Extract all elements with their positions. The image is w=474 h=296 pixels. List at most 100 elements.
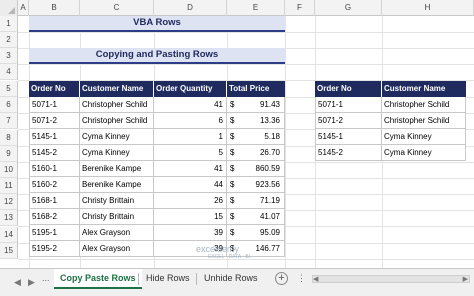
cell-order-no[interactable]: 5145-1 — [29, 129, 80, 145]
table-row: 5160-1 Berenike Kampe 41 $860.59 — [29, 161, 285, 177]
cell-total-price[interactable]: $860.59 — [227, 161, 285, 177]
column-header-b[interactable]: B — [29, 0, 80, 16]
cell-order-quantity[interactable]: 41 — [154, 97, 227, 113]
cell-order-no[interactable]: 5145-1 — [315, 129, 382, 145]
cell-total-price[interactable]: $91.43 — [227, 97, 285, 113]
column-header-c[interactable]: C — [80, 0, 154, 16]
cell-customer-name[interactable]: Christopher Schild — [80, 97, 154, 113]
header-customer-name[interactable]: Customer Name — [80, 81, 154, 97]
tabs-more-left[interactable]: ... — [42, 273, 50, 283]
table-row: 5168-1 Christy Brittain 26 $71.19 — [29, 193, 285, 209]
cell-order-quantity[interactable]: 6 — [154, 113, 227, 129]
row-header[interactable]: 3 — [0, 48, 18, 64]
cell-order-quantity[interactable]: 39 — [154, 225, 227, 241]
column-header-e[interactable]: E — [227, 0, 285, 16]
cell-total-price[interactable]: $26.70 — [227, 145, 285, 161]
tab-hide-rows[interactable]: Hide Rows — [140, 269, 196, 289]
gridline-horizontal — [18, 64, 474, 65]
cell-total-price[interactable]: $71.19 — [227, 193, 285, 209]
cell-order-quantity[interactable]: 15 — [154, 209, 227, 225]
pasted-header-customer-name[interactable]: Customer Name — [382, 81, 466, 97]
cell-order-no[interactable]: 5145-2 — [29, 145, 80, 161]
cell-order-quantity[interactable]: 41 — [154, 161, 227, 177]
cell-customer-name[interactable]: Berenike Kampe — [80, 161, 154, 177]
cell-order-no[interactable]: 5195-2 — [29, 241, 80, 257]
cell-order-quantity[interactable]: 5 — [154, 145, 227, 161]
cell-customer-name[interactable]: Alex Grayson — [80, 241, 154, 257]
cell-total-price[interactable]: $95.09 — [227, 225, 285, 241]
tab-scroll-right-icon[interactable]: ▶ — [28, 277, 35, 288]
cell-customer-name[interactable]: Christy Brittain — [80, 193, 154, 209]
cell-customer-name[interactable]: Berenike Kampe — [80, 177, 154, 193]
row-header[interactable]: 1 — [0, 16, 18, 32]
cell-order-quantity[interactable]: 44 — [154, 177, 227, 193]
row-header[interactable]: 5 — [0, 81, 18, 97]
cell-customer-name[interactable]: Cyma Kinney — [382, 129, 466, 145]
cell-order-no[interactable]: 5145-2 — [315, 145, 382, 161]
cell-order-no[interactable]: 5071-1 — [315, 97, 382, 113]
row-header[interactable]: 6 — [0, 97, 18, 113]
cell-order-no[interactable]: 5071-2 — [29, 113, 80, 129]
table-row: 5145-2 Cyma Kinney — [315, 145, 466, 161]
row-header[interactable]: 9 — [0, 146, 18, 162]
cell-order-quantity[interactable]: 1 — [154, 129, 227, 145]
select-all-corner[interactable] — [0, 0, 18, 16]
scroll-right-arrow-icon[interactable]: ▶ — [463, 275, 468, 283]
cell-customer-name[interactable]: Christopher Schild — [80, 113, 154, 129]
row-header[interactable]: 15 — [0, 243, 18, 259]
cell-customer-name[interactable]: Cyma Kinney — [382, 145, 466, 161]
cell-order-no[interactable]: 5071-1 — [29, 97, 80, 113]
horizontal-scrollbar[interactable]: ◀ ▶ — [312, 275, 470, 283]
cell-total-price[interactable]: $923.56 — [227, 177, 285, 193]
row-header[interactable]: 7 — [0, 113, 18, 129]
cell-customer-name[interactable]: Cyma Kinney — [80, 145, 154, 161]
table-row: 5145-1 Cyma Kinney 1 $5.18 — [29, 129, 285, 145]
row-header[interactable]: 2 — [0, 32, 18, 48]
pasted-header-order-no[interactable]: Order No — [315, 81, 382, 97]
price-amount: 923.56 — [255, 180, 280, 189]
cell-customer-name[interactable]: Christopher Schild — [382, 97, 466, 113]
tab-copy-paste-rows[interactable]: Copy Paste Rows — [54, 269, 142, 289]
spreadsheet-grid[interactable]: A B C D E F G H 1 2 3 4 5 6 7 8 9 10 11 12 13 14 15 VB… — [0, 0, 474, 268]
cell-order-no[interactable]: 5160-1 — [29, 161, 80, 177]
pasted-table-header: Order No Customer Name — [315, 81, 466, 97]
header-order-no[interactable]: Order No — [29, 81, 80, 97]
column-header-h[interactable]: H — [382, 0, 474, 16]
row-header[interactable]: 13 — [0, 210, 18, 226]
tab-scroll-left-icon[interactable]: ◀ — [14, 277, 21, 288]
scroll-left-arrow-icon[interactable]: ◀ — [313, 275, 318, 283]
currency-symbol: $ — [230, 148, 235, 157]
tab-unhide-rows[interactable]: Unhide Rows — [198, 269, 264, 289]
cell-order-quantity[interactable]: 26 — [154, 193, 227, 209]
cell-order-no[interactable]: 5160-2 — [29, 177, 80, 193]
cell-total-price[interactable]: $5.18 — [227, 129, 285, 145]
table-row: 5071-1 Christopher Schild — [315, 97, 466, 113]
column-header-f[interactable]: F — [285, 0, 315, 16]
cell-customer-name[interactable]: Christy Brittain — [80, 209, 154, 225]
row-header[interactable]: 12 — [0, 194, 18, 210]
column-header-g[interactable]: G — [315, 0, 382, 16]
cell-total-price[interactable]: $41.07 — [227, 209, 285, 225]
cell-customer-name[interactable]: Christopher Schild — [382, 113, 466, 129]
header-order-quantity[interactable]: Order Quantity — [154, 81, 227, 97]
cell-order-no[interactable]: 5168-1 — [29, 193, 80, 209]
cell-order-no[interactable]: 5195-1 — [29, 225, 80, 241]
cell-order-no[interactable]: 5071-2 — [315, 113, 382, 129]
row-header[interactable]: 11 — [0, 178, 18, 194]
column-header-a[interactable]: A — [18, 0, 29, 16]
cell-total-price[interactable]: $13.36 — [227, 113, 285, 129]
row-header[interactable]: 10 — [0, 162, 18, 178]
currency-symbol: $ — [230, 212, 235, 221]
add-sheet-icon[interactable]: + — [275, 272, 288, 285]
currency-symbol: $ — [230, 116, 235, 125]
row-header[interactable]: 14 — [0, 227, 18, 243]
title-banner: VBA Rows — [29, 16, 285, 32]
column-header-d[interactable]: D — [154, 0, 227, 16]
cell-customer-name[interactable]: Cyma Kinney — [80, 129, 154, 145]
header-total-price[interactable]: Total Price — [227, 81, 285, 97]
row-header[interactable]: 8 — [0, 130, 18, 146]
cell-order-no[interactable]: 5168-2 — [29, 209, 80, 225]
more-options-icon[interactable]: ⋮ — [297, 273, 306, 284]
row-header[interactable]: 4 — [0, 64, 18, 80]
cell-customer-name[interactable]: Alex Grayson — [80, 225, 154, 241]
